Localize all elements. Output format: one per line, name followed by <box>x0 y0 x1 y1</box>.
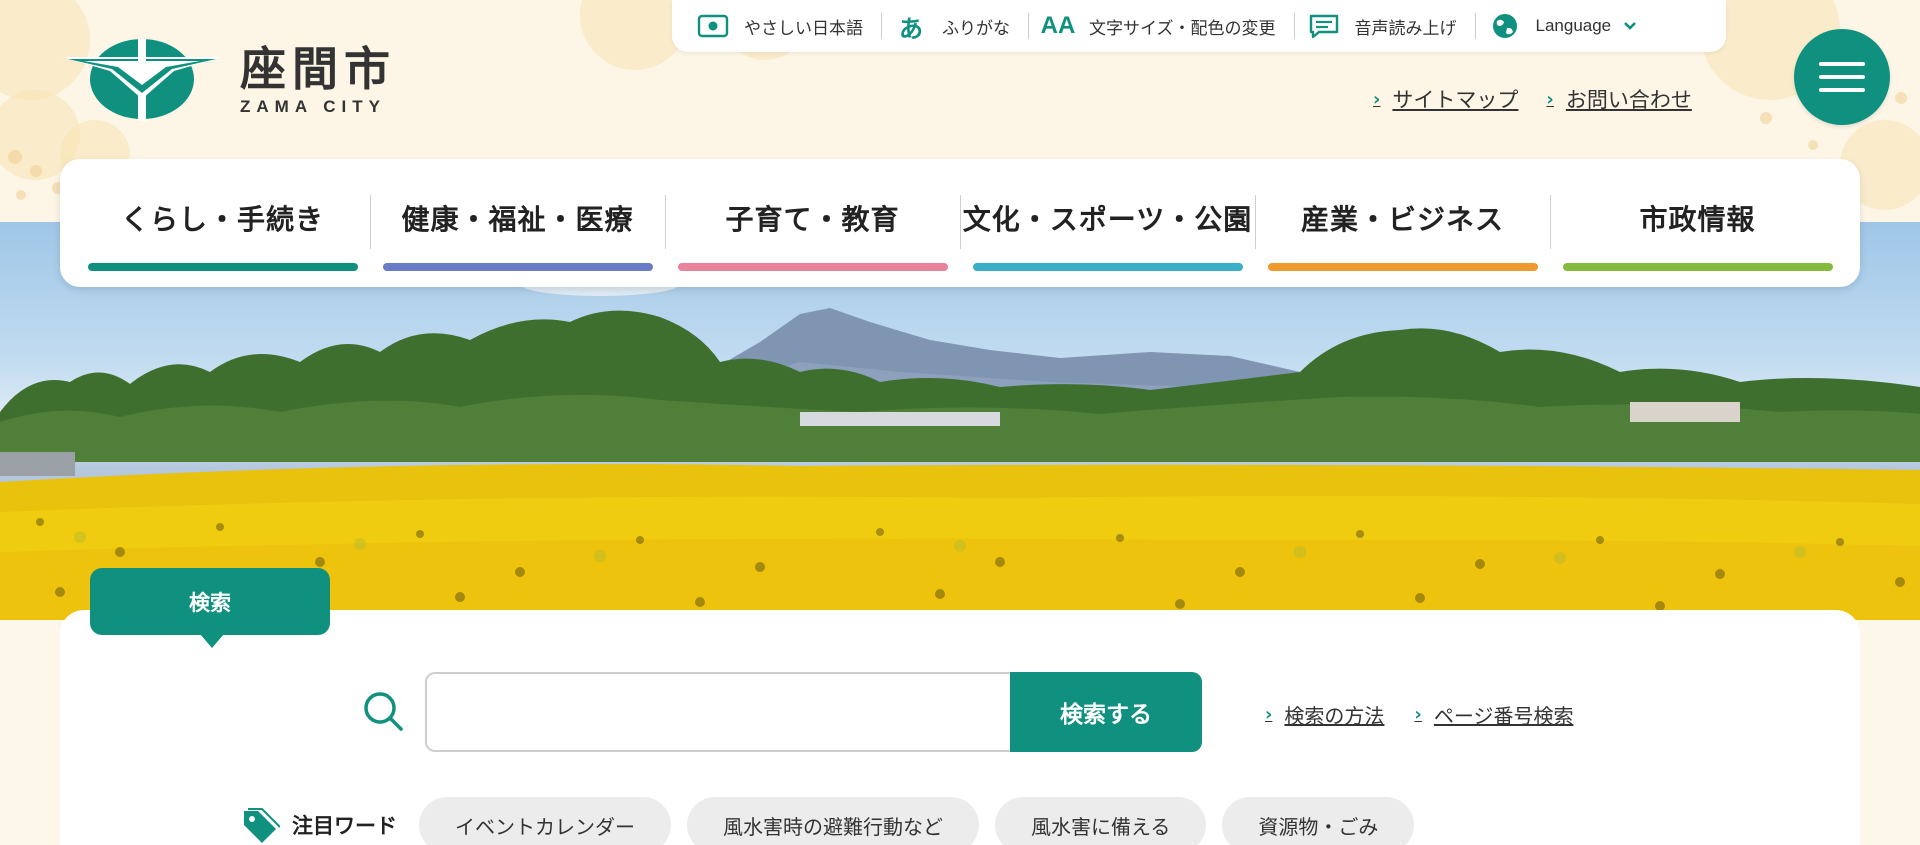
text-size-color-label: 文字サイズ・配色の変更 <box>1089 18 1276 39</box>
featured-keywords-label: 注目ワード <box>292 814 397 838</box>
nav-item-living[interactable]: くらし・手続き <box>75 195 370 287</box>
featured-keywords: 注目ワード イベントカレンダー 風水害時の避難行動など 風水害に備える 資源物・… <box>240 797 1430 845</box>
menu-button[interactable] <box>1794 29 1890 125</box>
language-button[interactable]: Language <box>1474 13 1656 39</box>
furigana-icon: あ <box>899 14 923 43</box>
speech-button[interactable]: 音声読み上げ <box>1293 13 1475 39</box>
easy-japanese-button[interactable]: やさしい日本語 <box>696 13 881 39</box>
easy-japanese-icon <box>696 13 730 39</box>
nav-item-underline <box>677 263 948 271</box>
main-navigation: くらし・手続き 健康・福祉・医療 子育て・教育 文化・スポーツ・公園 産業・ビジ… <box>60 159 1860 287</box>
hamburger-line <box>1819 62 1865 66</box>
nav-item-childcare[interactable]: 子育て・教育 <box>665 195 960 287</box>
page-number-search-link[interactable]: › ページ番号検索 <box>1414 700 1573 729</box>
speech-icon <box>1307 13 1341 39</box>
nav-item-health[interactable]: 健康・福祉・医療 <box>370 195 665 287</box>
accessibility-toolbar: やさしい日本語 あ ふりがな AA 文字サイズ・配色の変更 音声読み上げ Lan… <box>672 0 1726 52</box>
hamburger-line <box>1819 88 1865 92</box>
furigana-button[interactable]: あ ふりがな <box>881 13 1028 43</box>
chevron-right-icon: › <box>1373 88 1381 110</box>
nav-item-label: 産業・ビジネス <box>1300 203 1504 236</box>
nav-item-underline <box>1562 263 1833 271</box>
nav-item-business[interactable]: 産業・ビジネス <box>1255 195 1550 287</box>
nav-item-underline <box>382 263 653 271</box>
nav-item-label: 子育て・教育 <box>725 203 900 236</box>
chevron-right-icon: › <box>1546 88 1554 110</box>
search-how-to-link[interactable]: › 検索の方法 <box>1265 700 1384 729</box>
chevron-right-icon: › <box>1265 704 1273 725</box>
language-label: Language <box>1535 16 1612 35</box>
sitemap-label: サイトマップ <box>1392 88 1519 112</box>
keyword-chip[interactable]: 風水害に備える <box>995 797 1207 845</box>
nav-item-label: 市政情報 <box>1639 203 1756 236</box>
chevron-right-icon: › <box>1414 704 1422 725</box>
contact-link[interactable]: › お問い合わせ <box>1546 84 1691 114</box>
header-sublinks: › サイトマップ › お問い合わせ <box>1373 84 1692 114</box>
logo-name-english: ZAMA CITY <box>240 96 386 116</box>
sitemap-link[interactable]: › サイトマップ <box>1373 84 1518 114</box>
tag-icon <box>244 808 280 843</box>
globe-icon <box>1488 13 1522 39</box>
search-tab: 検索 <box>90 568 330 648</box>
search-submit-button[interactable]: 検索する <box>1010 672 1202 752</box>
speech-label: 音声読み上げ <box>1354 18 1457 39</box>
nav-item-label: 文化・スポーツ・公園 <box>962 203 1253 236</box>
nav-item-underline <box>87 263 358 271</box>
search-how-to-label: 検索の方法 <box>1284 704 1385 728</box>
text-size-icon: AA <box>1040 12 1076 39</box>
search-input[interactable] <box>425 672 1011 752</box>
keyword-chip[interactable]: 風水害時の避難行動など <box>687 797 979 845</box>
site-logo[interactable]: 座間市 ZAMA CITY <box>62 37 396 122</box>
text-size-color-button[interactable]: AA 文字サイズ・配色の変更 <box>1028 12 1294 39</box>
nav-item-culture[interactable]: 文化・スポーツ・公園 <box>960 195 1255 287</box>
nav-item-city-info[interactable]: 市政情報 <box>1550 195 1845 287</box>
nav-item-underline <box>1267 263 1538 271</box>
keyword-chip[interactable]: 資源物・ごみ <box>1222 797 1415 845</box>
logo-name-japanese: 座間市 <box>240 41 396 96</box>
keyword-chip[interactable]: イベントカレンダー <box>419 797 671 845</box>
hamburger-line <box>1819 75 1865 79</box>
contact-label: お問い合わせ <box>1565 88 1692 112</box>
page-number-search-label: ページ番号検索 <box>1433 704 1574 728</box>
nav-item-label: くらし・手続き <box>120 203 324 236</box>
zama-city-emblem-icon <box>62 39 222 121</box>
easy-japanese-label: やさしい日本語 <box>744 18 863 39</box>
nav-item-underline <box>972 263 1243 271</box>
featured-keywords-title: 注目ワード <box>240 805 397 845</box>
furigana-label: ふりがな <box>942 18 1010 39</box>
search-icon <box>364 692 403 731</box>
nav-item-label: 健康・福祉・医療 <box>401 203 634 236</box>
chevron-down-icon <box>1623 16 1637 36</box>
search-help-links: › 検索の方法 › ページ番号検索 <box>1265 700 1573 729</box>
